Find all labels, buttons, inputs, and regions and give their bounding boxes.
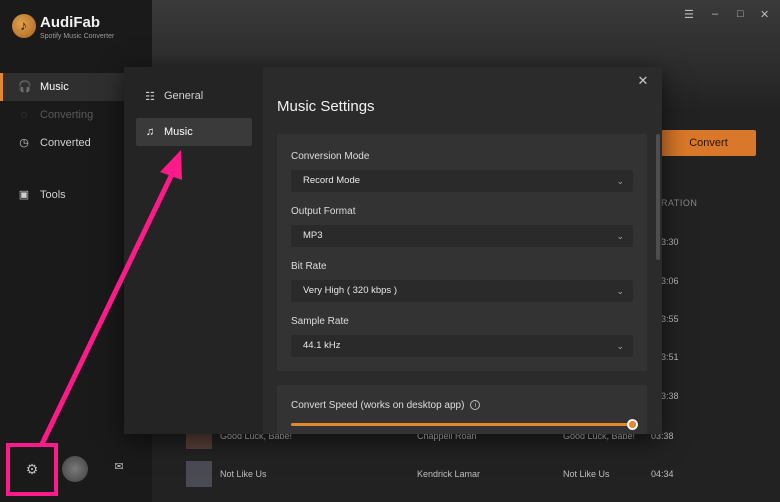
track-duration: 3:51 (661, 352, 679, 362)
chevron-down-icon: ⌄ (616, 286, 624, 296)
table-row[interactable]: Not Like Us Kendrick Lamar Not Like Us 0… (152, 459, 780, 489)
window-close-icon[interactable]: ✕ (760, 8, 769, 21)
track-duration: 04:34 (651, 469, 674, 479)
select-value: Very High ( 320 kbps ) (303, 285, 397, 296)
track-duration: 3:38 (661, 391, 679, 401)
conversion-mode-label: Conversion Mode (291, 151, 370, 162)
scrollbar[interactable] (656, 134, 660, 260)
sidebar-item-label: Music (40, 81, 69, 93)
clock-icon: ◷ (19, 137, 29, 149)
convert-speed-label: Convert Speed (works on desktop app) i (291, 400, 481, 411)
sample-rate-select[interactable]: 44.1 kHz ⌄ (291, 335, 633, 357)
slider-handle[interactable] (627, 419, 638, 430)
select-value: 44.1 kHz (303, 340, 341, 351)
info-icon[interactable]: i (470, 400, 481, 411)
album-art (186, 461, 212, 487)
close-icon[interactable]: ✕ (636, 74, 650, 88)
headphones-icon: 🎧 (18, 81, 32, 93)
conversion-mode-select[interactable]: Record Mode ⌄ (291, 170, 633, 192)
convert-speed-text: Convert Speed (works on desktop app) (291, 400, 465, 411)
sample-rate-label: Sample Rate (291, 316, 349, 327)
duration-column-header: RATION (661, 198, 698, 208)
track-title: Not Like Us (220, 469, 267, 479)
track-artist: Kendrick Lamar (417, 469, 481, 479)
sidebar-item-label: Tools (40, 189, 66, 201)
app-name: AudiFab (40, 14, 100, 31)
highlight-box (6, 443, 58, 496)
settings-nav: ☷ General ♫ Music (124, 67, 263, 434)
settings-nav-label: Music (164, 126, 193, 138)
select-value: MP3 (303, 230, 323, 241)
convert-speed-panel: Convert Speed (works on desktop app) i (277, 385, 647, 434)
track-duration: 3:55 (661, 314, 679, 324)
track-duration: 3:30 (661, 237, 679, 247)
toolbox-icon: ▣ (18, 189, 30, 201)
menu-icon[interactable]: ☰ (684, 8, 694, 21)
chevron-down-icon: ⌄ (616, 341, 624, 351)
settings-modal: ☷ General ♫ Music ✕ Music Settings Conve… (124, 67, 662, 434)
chevron-down-icon: ⌄ (616, 231, 624, 241)
mail-icon[interactable]: ✉ (112, 460, 126, 474)
sidebar-item-label: Converting (40, 109, 94, 121)
settings-nav-music[interactable]: ♫ Music (136, 118, 252, 146)
avatar[interactable] (62, 456, 88, 482)
maximize-icon[interactable]: □ (737, 8, 744, 20)
track-album: Not Like Us (563, 469, 610, 479)
minimize-icon[interactable]: – (712, 8, 718, 20)
sliders-icon: ☷ (145, 90, 155, 103)
convert-button[interactable]: Convert (661, 130, 756, 156)
output-format-select[interactable]: MP3 ⌄ (291, 225, 633, 247)
app-subtitle: Spotify Music Converter (40, 33, 115, 40)
convert-speed-slider[interactable] (291, 423, 633, 426)
converting-icon: ◌ (20, 109, 28, 121)
page-title: Music Settings (277, 98, 375, 115)
settings-nav-label: General (164, 90, 204, 102)
track-duration: 3:06 (661, 276, 679, 286)
select-value: Record Mode (303, 175, 361, 186)
sidebar-item-label: Converted (40, 137, 91, 149)
settings-nav-general[interactable]: ☷ General (136, 82, 252, 110)
app-logo: ♪ (12, 14, 36, 38)
settings-panel: Conversion Mode Record Mode ⌄ Output For… (277, 134, 647, 371)
chevron-down-icon: ⌄ (616, 176, 624, 186)
music-note-icon: ♫ (145, 126, 155, 138)
output-format-label: Output Format (291, 206, 356, 217)
bit-rate-select[interactable]: Very High ( 320 kbps ) ⌄ (291, 280, 633, 302)
bit-rate-label: Bit Rate (291, 261, 327, 272)
